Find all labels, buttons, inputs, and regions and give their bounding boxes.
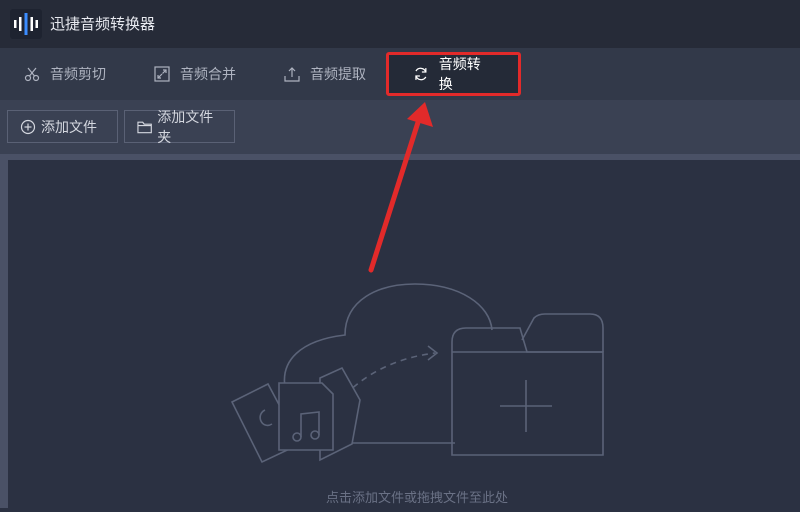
annotation-arrow-icon [368,102,433,273]
